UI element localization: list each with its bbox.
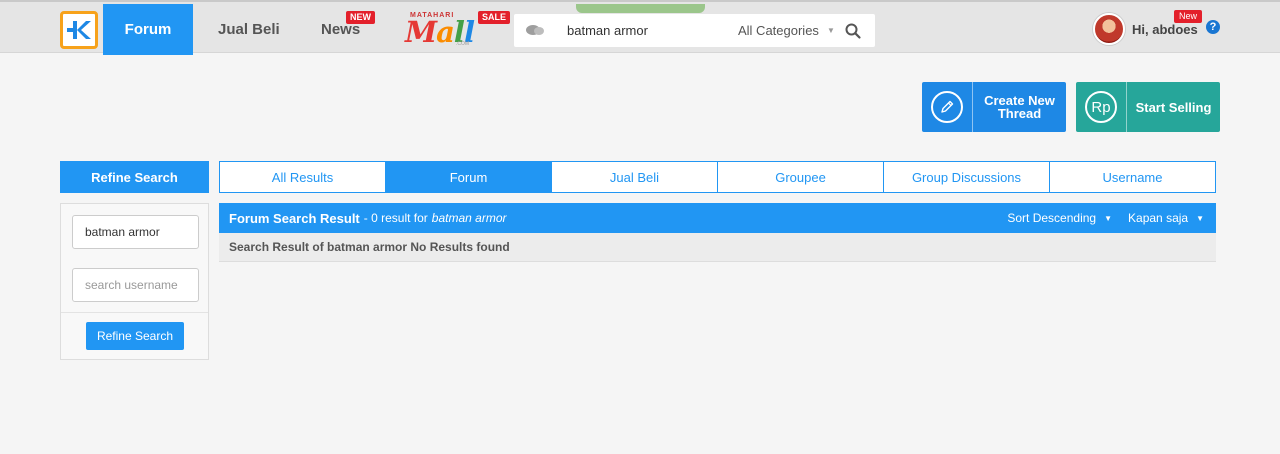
top-navigation-bar: Forum Jual Beli News NEW MATAHARI Mall .… <box>0 0 1280 55</box>
pencil-icon <box>931 91 963 123</box>
nav-jual-beli[interactable]: Jual Beli <box>218 4 280 55</box>
start-selling-label: Start Selling <box>1135 99 1212 115</box>
refine-search-button[interactable]: Refine Search <box>86 322 184 350</box>
chevron-down-icon: ▼ <box>1104 213 1112 223</box>
divider <box>61 312 208 313</box>
start-selling-button[interactable]: Rp Start Selling <box>1076 82 1220 132</box>
result-title: Forum Search Result <box>229 210 360 226</box>
result-tabs: All Results Forum Jual Beli Groupee Grou… <box>219 161 1216 193</box>
refine-query-input[interactable] <box>72 215 199 249</box>
tab-group-discussions[interactable]: Group Discussions <box>884 162 1050 192</box>
chat-bubbles-icon <box>526 25 544 35</box>
mall-com-text: .COM <box>456 41 470 47</box>
tab-forum[interactable]: Forum <box>386 162 552 192</box>
refine-search-heading: Refine Search <box>60 161 209 193</box>
tab-all-results[interactable]: All Results <box>220 162 386 192</box>
nav-forum[interactable]: Forum <box>103 4 193 55</box>
category-label: All Categories <box>738 23 819 38</box>
result-header: Forum Search Result - 0 result for batma… <box>219 203 1216 233</box>
no-results-message: Search Result of batman armor No Results… <box>219 233 1216 262</box>
chevron-down-icon: ▼ <box>826 26 835 35</box>
sale-badge: SALE <box>478 11 511 24</box>
create-thread-label: Create New Thread <box>984 93 1055 121</box>
search-input[interactable] <box>556 14 726 47</box>
time-filter-dropdown[interactable]: Kapan saja ▼ <box>1128 203 1204 233</box>
rupiah-icon: Rp <box>1085 91 1117 123</box>
result-count: - 0 result for <box>363 211 428 225</box>
refine-search-panel: Refine Search <box>60 203 209 360</box>
news-new-badge: NEW <box>346 11 375 24</box>
search-bar: All Categories ▼ <box>514 14 875 47</box>
loading-strip <box>576 4 705 13</box>
tab-groupee[interactable]: Groupee <box>718 162 884 192</box>
user-greeting[interactable]: Hi, abdoes <box>1132 22 1198 37</box>
user-new-badge: New <box>1174 10 1203 23</box>
search-icon[interactable] <box>844 22 862 40</box>
result-query: batman armor <box>431 211 507 225</box>
create-thread-button[interactable]: Create New Thread <box>922 82 1066 132</box>
chevron-down-icon: ▼ <box>1196 213 1204 223</box>
k-logo-icon <box>67 21 91 39</box>
avatar[interactable] <box>1093 13 1125 45</box>
matahari-mall-logo[interactable]: MATAHARI Mall .COM <box>404 11 478 49</box>
username-search-input[interactable] <box>72 268 199 302</box>
help-icon[interactable]: ? <box>1206 20 1220 34</box>
time-filter-label: Kapan saja <box>1128 211 1189 225</box>
sort-label: Sort Descending <box>1007 211 1097 225</box>
tab-username[interactable]: Username <box>1050 162 1215 192</box>
sort-dropdown[interactable]: Sort Descending ▼ <box>1007 203 1112 233</box>
tab-jual-beli[interactable]: Jual Beli <box>552 162 718 192</box>
category-dropdown[interactable]: All Categories ▼ <box>738 14 835 47</box>
kaskus-logo[interactable] <box>60 11 98 49</box>
